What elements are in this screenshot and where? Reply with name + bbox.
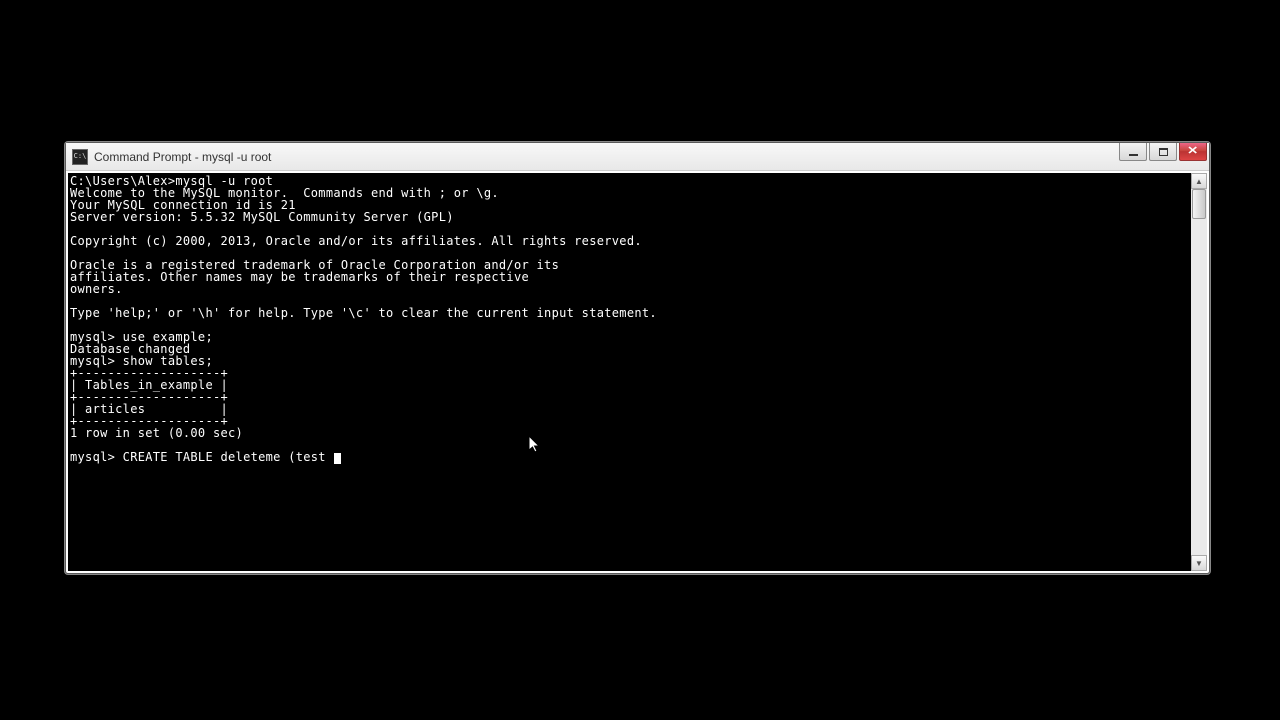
window-title: Command Prompt - mysql -u root (94, 150, 271, 164)
close-icon: ✕ (1187, 146, 1198, 157)
terminal-output[interactable]: C:\Users\Alex>mysql -u root Welcome to t… (68, 173, 1191, 571)
scroll-up-button[interactable]: ▲ (1191, 173, 1207, 189)
close-button[interactable]: ✕ (1179, 143, 1207, 161)
titlebar[interactable]: Command Prompt - mysql -u root ✕ (66, 143, 1209, 171)
maximize-button[interactable] (1149, 143, 1177, 161)
scroll-down-button[interactable]: ▼ (1191, 555, 1207, 571)
command-prompt-window: Command Prompt - mysql -u root ✕ C:\User… (65, 142, 1210, 574)
scrollbar-track[interactable] (1191, 189, 1207, 555)
minimize-icon (1129, 154, 1138, 156)
scrollbar-thumb[interactable] (1192, 189, 1206, 219)
window-controls: ✕ (1119, 143, 1207, 161)
terminal-container: C:\Users\Alex>mysql -u root Welcome to t… (68, 173, 1207, 571)
minimize-button[interactable] (1119, 143, 1147, 161)
cmd-icon (72, 149, 88, 165)
text-cursor (334, 453, 341, 464)
vertical-scrollbar[interactable]: ▲ ▼ (1191, 173, 1207, 571)
maximize-icon (1159, 148, 1168, 156)
